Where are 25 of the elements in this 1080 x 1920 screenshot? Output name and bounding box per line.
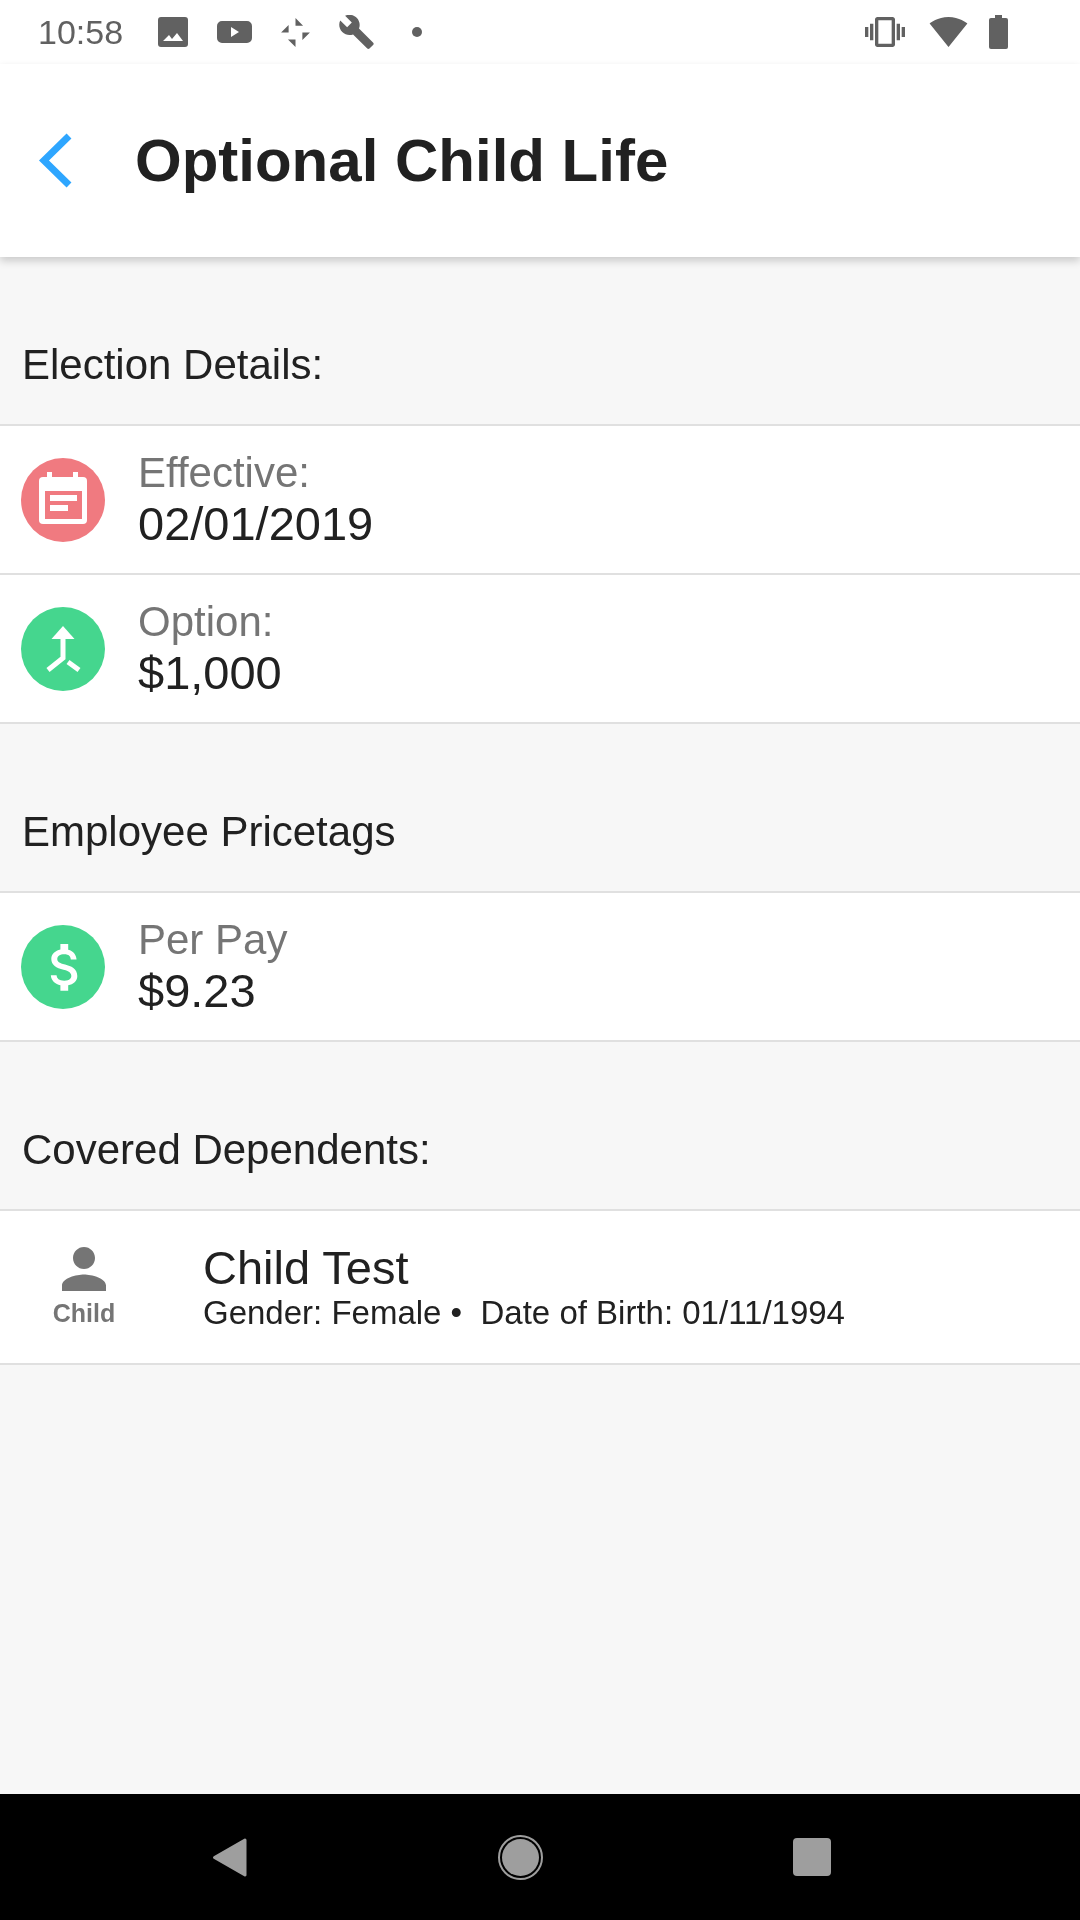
video-play-icon — [217, 21, 253, 43]
relation-label: Child — [52, 1297, 116, 1328]
section-heading: Election Details: — [22, 340, 324, 390]
wrench-icon — [339, 14, 375, 50]
section-heading: Employee Pricetags — [22, 807, 396, 857]
field-label: Effective: — [138, 449, 310, 497]
dependent-details: Gender: Female • Date of Birth: 01/11/1994 — [203, 1294, 845, 1332]
field-value: 02/01/2019 — [138, 497, 374, 551]
dependent-name: Child Test — [203, 1242, 409, 1294]
battery-icon — [989, 15, 1008, 49]
wifi-icon — [929, 17, 968, 47]
image-icon — [158, 17, 189, 47]
clock-time: 10:58 — [38, 12, 124, 52]
nav-home-icon[interactable] — [498, 1834, 543, 1880]
field-value: $1,000 — [138, 646, 282, 700]
field-label: Option: — [138, 598, 274, 646]
nav-back-icon[interactable] — [211, 1836, 248, 1878]
field-label: Per Pay — [138, 916, 288, 964]
vibrate-icon — [865, 17, 905, 47]
page-title: Optional Child Life — [135, 125, 669, 196]
person-icon — [62, 1246, 106, 1291]
dot-icon — [412, 27, 423, 37]
field-value: $9.23 — [138, 964, 256, 1018]
chevron-left-icon[interactable] — [38, 133, 73, 188]
section-heading: Covered Dependents: — [22, 1125, 431, 1175]
